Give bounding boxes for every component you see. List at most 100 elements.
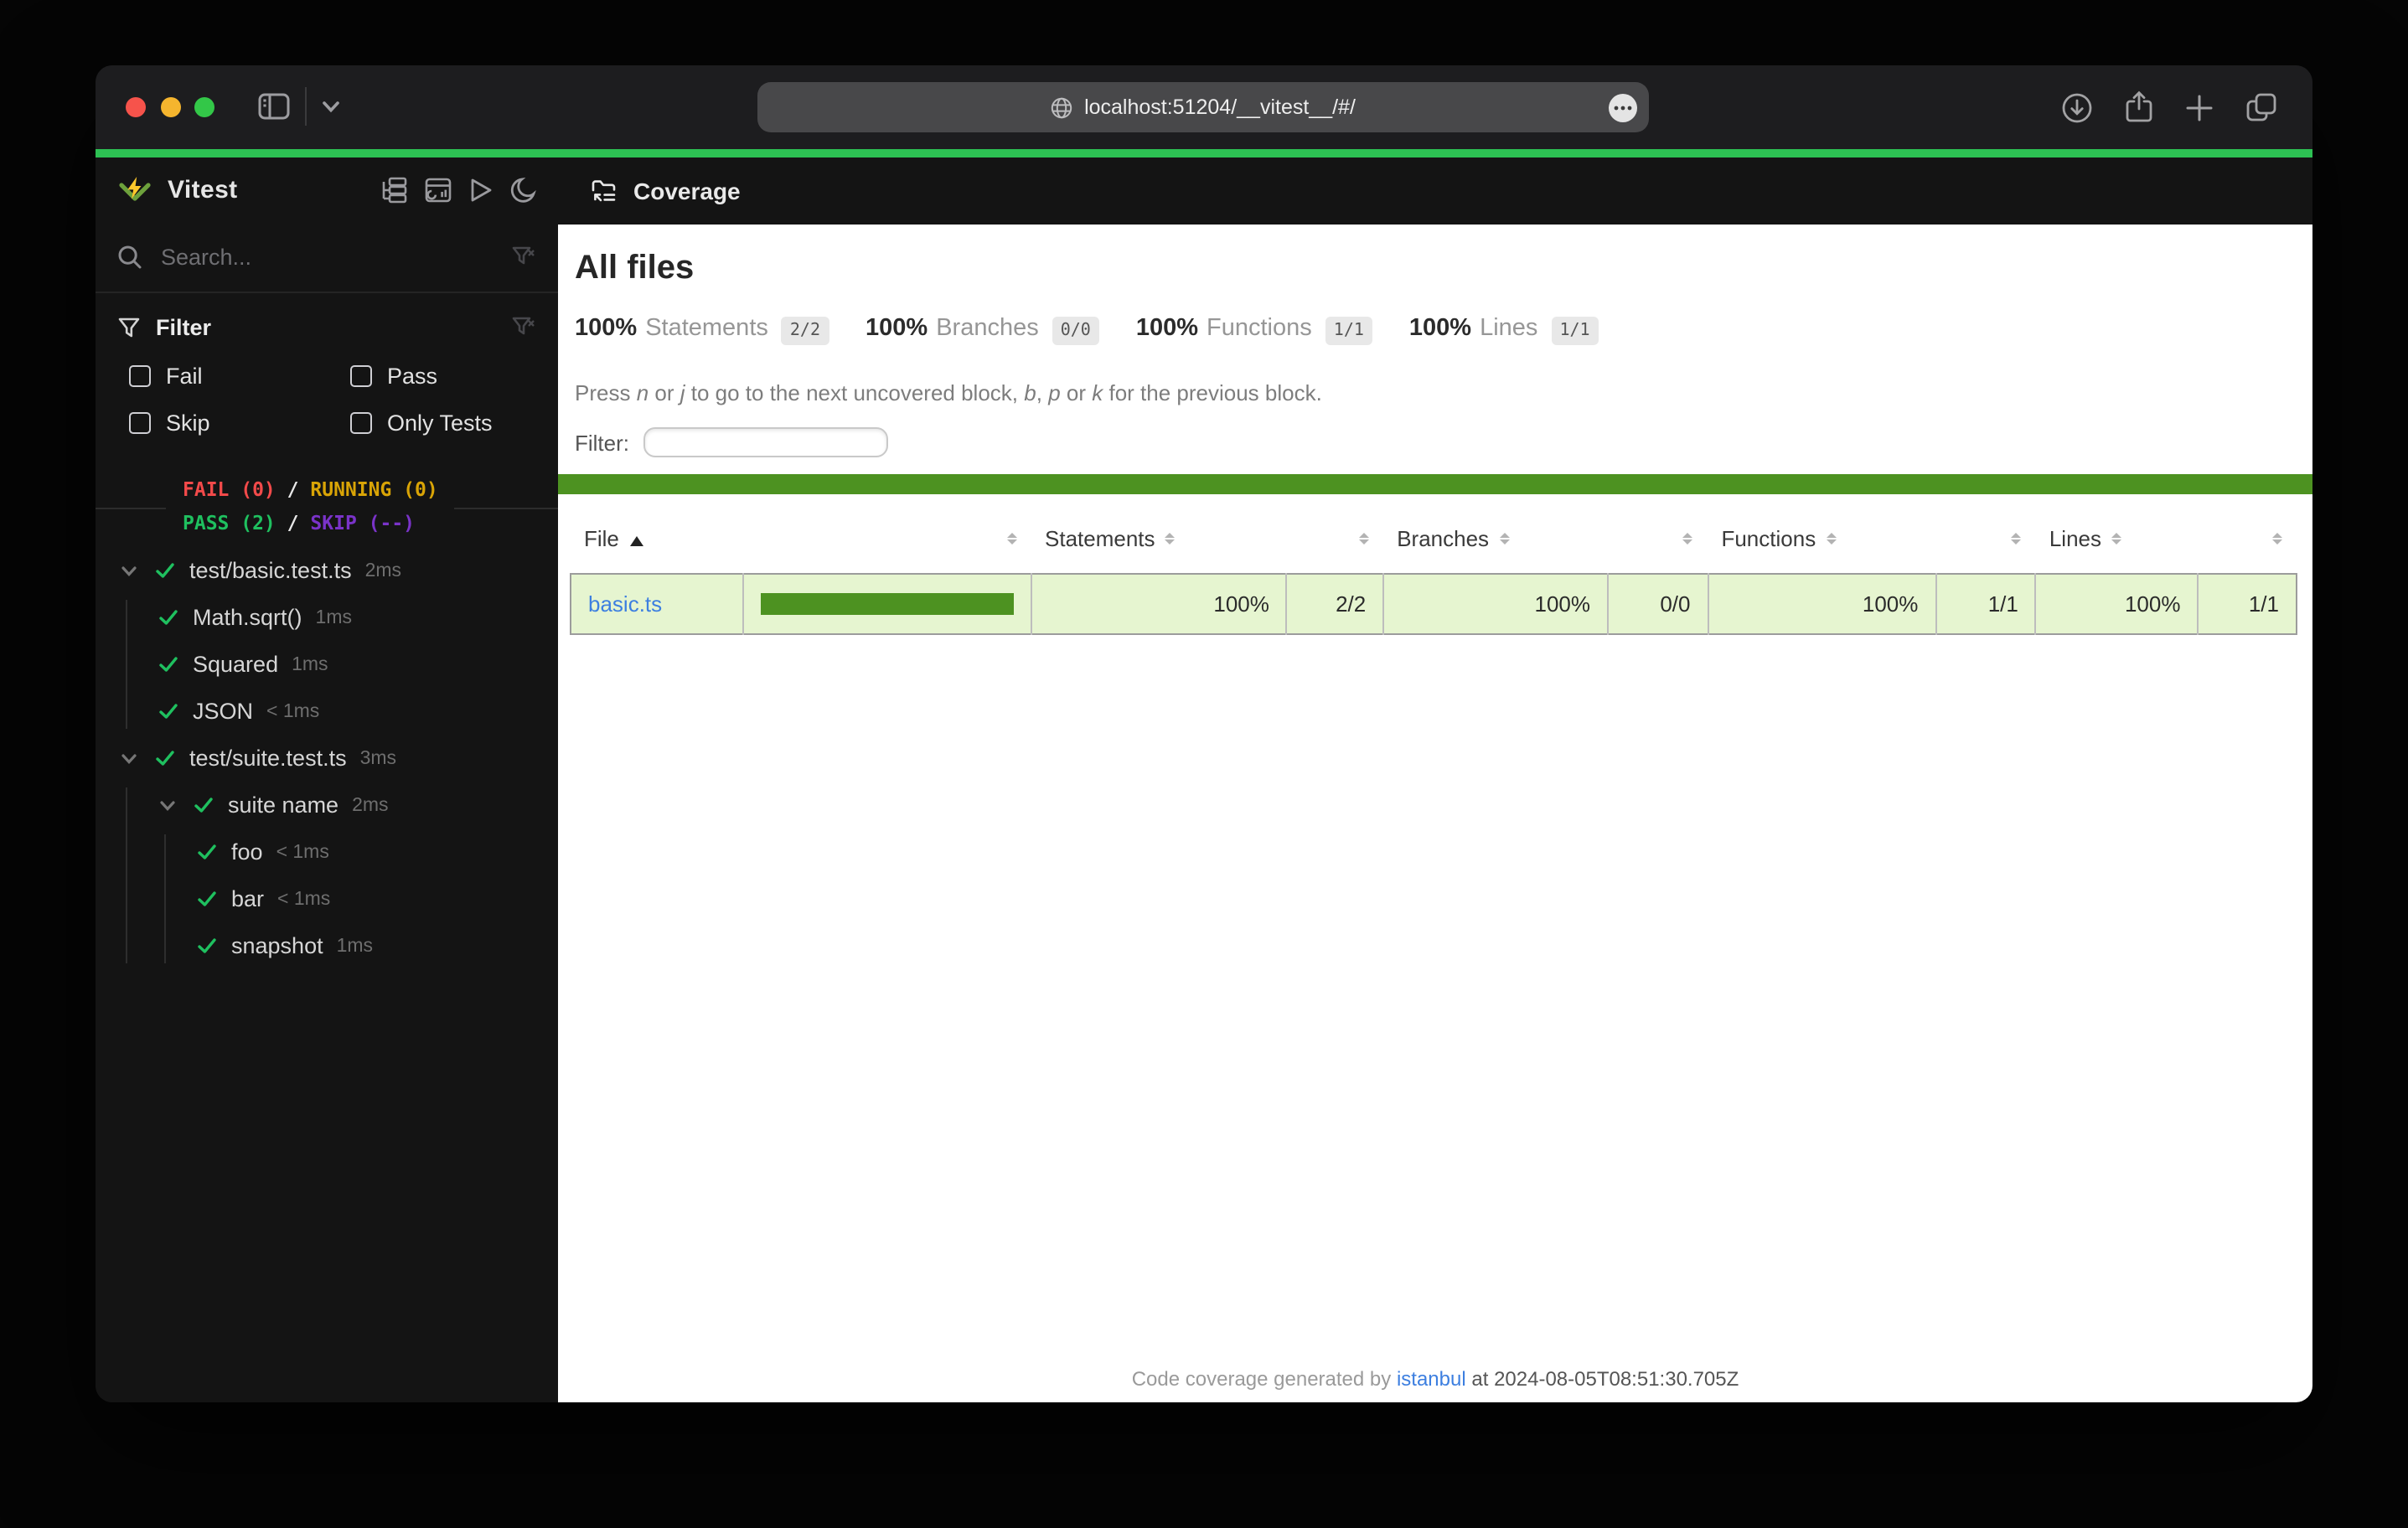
vitest-sidebar: Vitest Search... Filter Fail Pass Skip O… — [96, 157, 558, 1402]
filter-checkbox-fail[interactable]: Fail — [129, 353, 350, 400]
summary-fraction: 2/2 — [781, 316, 829, 344]
tree-view-icon[interactable] — [380, 176, 409, 204]
column-lines-ratio[interactable] — [2198, 519, 2297, 573]
sidebar-filter-section: Filter Fail Pass Skip Only Tests — [96, 294, 558, 447]
search-input[interactable] — [158, 243, 511, 271]
summary-fraction: 1/1 — [1551, 316, 1599, 344]
test-duration: 2ms — [364, 560, 402, 581]
column-statements[interactable]: Statements — [1031, 519, 1287, 573]
test-name: JSON — [193, 699, 254, 724]
checkbox-label: Only Tests — [387, 410, 493, 436]
summary-pct: 100% — [1408, 314, 1472, 341]
istanbul-link[interactable]: istanbul — [1397, 1366, 1466, 1390]
column-functions-ratio[interactable] — [1935, 519, 2035, 573]
summary-lines: 100% Lines 1/1 — [1409, 311, 1599, 348]
close-window-button[interactable] — [126, 97, 146, 117]
clear-search-filter-icon[interactable] — [511, 245, 536, 270]
clear-filters-icon[interactable] — [511, 315, 536, 340]
tree-row[interactable]: test/basic.test.ts 2ms — [96, 547, 558, 594]
toolbar-divider — [305, 87, 307, 126]
test-name: foo — [231, 839, 263, 865]
column-branches[interactable]: Branches — [1383, 519, 1608, 573]
skip-count: SKIP (--) — [310, 511, 416, 534]
checkbox[interactable] — [129, 412, 151, 434]
column-lines[interactable]: Lines — [2036, 519, 2199, 573]
pass-check-icon — [196, 888, 218, 910]
checkbox[interactable] — [350, 412, 372, 434]
branches-ratio-cell: 0/0 — [1607, 573, 1708, 633]
app-title: Vitest — [168, 176, 238, 204]
functions-ratio-cell: 1/1 — [1935, 573, 2036, 633]
vitest-logo-icon — [117, 173, 152, 208]
chevron-down-icon[interactable] — [158, 795, 178, 815]
tree-row[interactable]: suite name 2ms — [96, 782, 558, 829]
tree-row[interactable]: Math.sqrt() 1ms — [96, 594, 558, 641]
screen: localhost:51204/__vitest__/#/ Vitest Sea… — [0, 0, 2408, 1528]
coverage-table: File Statements Branches Functions Lines — [570, 519, 2297, 634]
filter-checkbox-skip[interactable]: Skip — [129, 400, 350, 447]
checkbox[interactable] — [129, 365, 151, 387]
checkbox[interactable] — [350, 365, 372, 387]
downloads-icon[interactable] — [2061, 91, 2093, 123]
chevron-down-icon[interactable] — [322, 100, 340, 113]
filter-checkbox-only-tests[interactable]: Only Tests — [350, 400, 558, 447]
sort-ascending-icon — [630, 535, 644, 545]
summary-pct: 100% — [575, 314, 638, 341]
summary-fraction: 1/1 — [1325, 316, 1372, 344]
summary-functions: 100% Functions 1/1 — [1136, 311, 1372, 348]
column-statements-ratio[interactable] — [1287, 519, 1383, 573]
chevron-down-icon[interactable] — [119, 560, 139, 581]
tree-row[interactable]: test/suite.test.ts 3ms — [96, 735, 558, 782]
share-icon[interactable] — [2125, 90, 2153, 124]
pass-check-icon — [158, 700, 179, 722]
chevron-down-icon[interactable] — [119, 748, 139, 768]
table-row: basic.ts 100% 2/2 100% 0/0 100% 1/1 100%… — [571, 573, 2297, 633]
test-duration: 1ms — [315, 607, 352, 627]
sort-icon — [2271, 529, 2283, 547]
run-all-icon[interactable] — [468, 176, 494, 204]
summary-label: Branches — [936, 314, 1039, 341]
tree-indent-guide — [164, 834, 166, 963]
sidebar-toggle-icon[interactable] — [258, 92, 290, 121]
checkbox-label: Pass — [387, 364, 438, 389]
column-file-bar[interactable] — [743, 519, 1031, 573]
coverage-summary: 100% Statements 2/2 100% Branches 0/0 100% Func… — [575, 311, 1599, 348]
file-link[interactable]: basic.ts — [588, 591, 662, 616]
pass-check-icon — [193, 794, 214, 816]
page-title: All files — [575, 249, 695, 286]
tree-row[interactable]: JSON < 1ms — [96, 688, 558, 735]
coverage-filter-input[interactable] — [643, 427, 887, 457]
new-tab-icon[interactable] — [2185, 93, 2214, 121]
coverage-bar-cell — [742, 573, 1031, 633]
test-name: Math.sqrt() — [193, 605, 302, 630]
address-bar[interactable]: localhost:51204/__vitest__/#/ — [757, 82, 1649, 132]
filter-checkbox-pass[interactable]: Pass — [350, 353, 558, 400]
tab-overview-icon[interactable] — [2245, 92, 2277, 122]
test-name: test/suite.test.ts — [189, 746, 347, 771]
page-settings-button[interactable] — [1609, 93, 1637, 121]
running-count: RUNNING (0) — [310, 477, 438, 500]
statements-ratio-cell: 2/2 — [1285, 573, 1384, 633]
lines-ratio-cell: 1/1 — [2197, 573, 2297, 633]
column-branches-ratio[interactable] — [1608, 519, 1708, 573]
test-duration: 1ms — [292, 654, 328, 674]
test-name: bar — [231, 886, 265, 911]
dark-mode-icon[interactable] — [509, 176, 536, 204]
coverage-filter-row: Filter: — [575, 426, 887, 458]
column-functions[interactable]: Functions — [1708, 519, 1935, 573]
dashboard-icon[interactable] — [424, 176, 452, 204]
tree-row[interactable]: Squared 1ms — [96, 641, 558, 688]
minimize-window-button[interactable] — [160, 97, 180, 117]
filter-section-title: Filter — [156, 315, 212, 340]
pass-check-icon — [154, 747, 176, 769]
checkbox-label: Fail — [166, 364, 203, 389]
summary-pct: 100% — [1135, 314, 1199, 341]
zoom-window-button[interactable] — [194, 97, 214, 117]
filter-funnel-icon — [117, 316, 141, 339]
functions-pct-cell: 100% — [1707, 573, 1936, 633]
summary-label: Lines — [1480, 314, 1538, 341]
column-file[interactable]: File — [571, 519, 743, 573]
sort-icon — [1006, 529, 1018, 547]
footer-prefix: Code coverage generated by — [1131, 1366, 1397, 1390]
coverage-bar — [761, 592, 1014, 614]
